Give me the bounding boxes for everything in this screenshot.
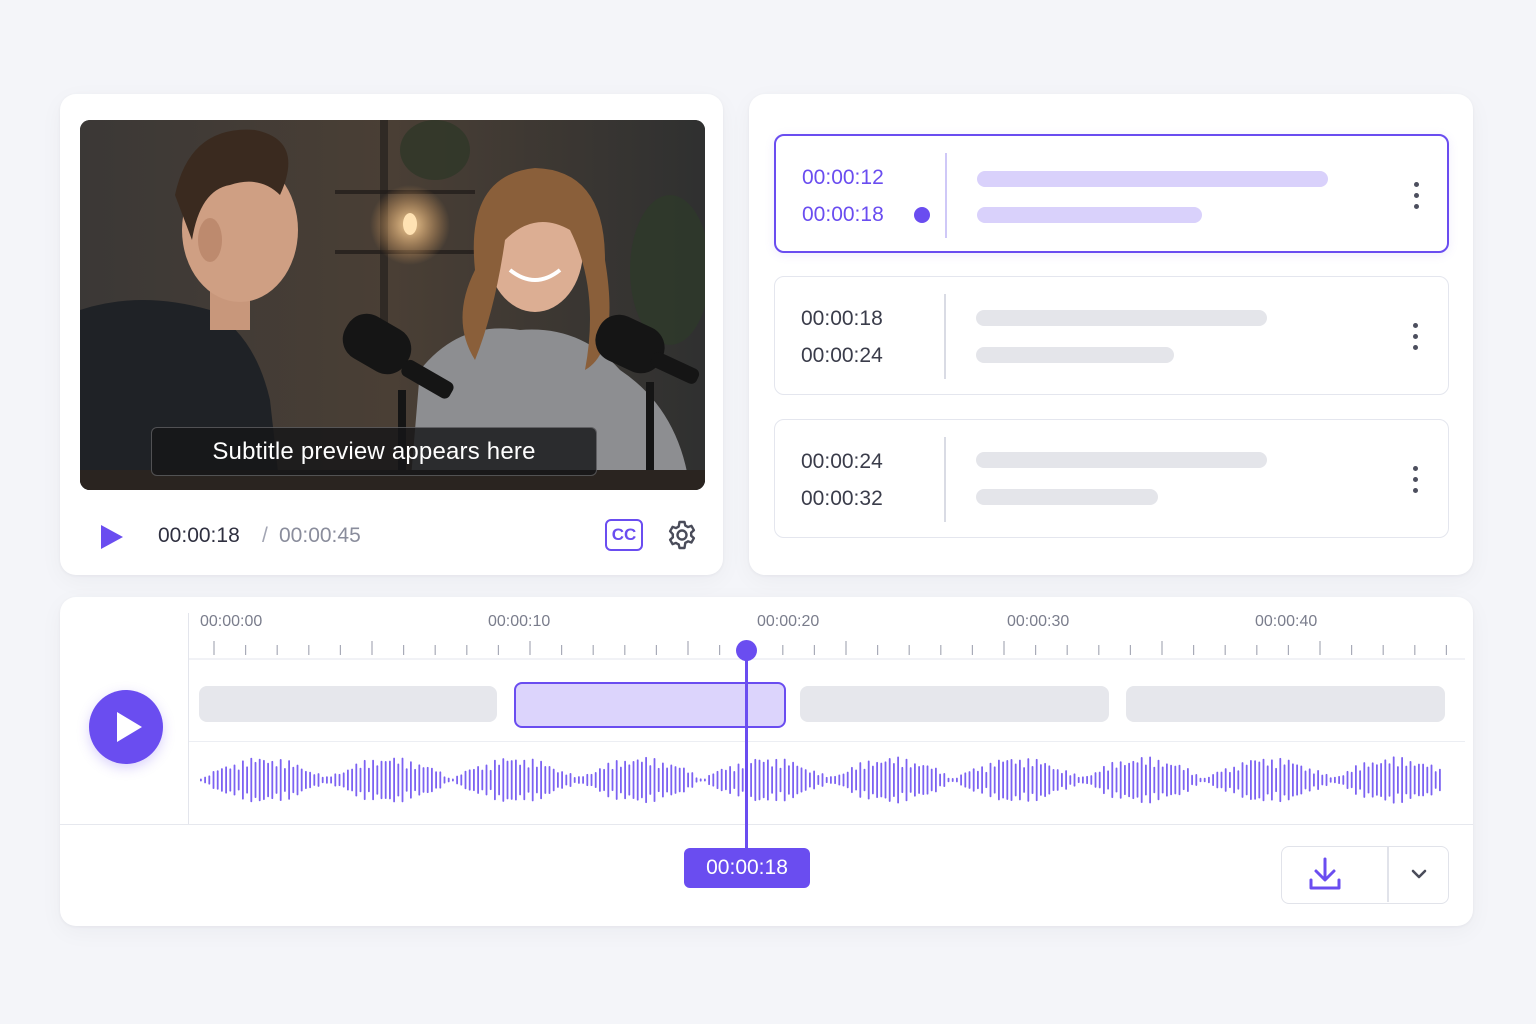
subtitle-segment-2[interactable]: 00:00:18 00:00:24	[774, 276, 1449, 395]
gear-icon[interactable]	[666, 519, 698, 551]
export-dropdown-button[interactable]	[1389, 847, 1448, 902]
segment-end-time: 00:00:24	[801, 344, 883, 367]
more-options-icon[interactable]	[1403, 463, 1427, 497]
ruler-label: 00:00:30	[1007, 613, 1070, 630]
text-line-placeholder	[976, 347, 1174, 363]
playhead-time: 00:00:18	[684, 848, 810, 888]
video-frame[interactable]: Subtitle preview appears here	[80, 120, 705, 490]
timeline-clip[interactable]	[199, 686, 497, 722]
total-time: 00:00:45	[279, 524, 361, 547]
segment-start-time: 00:00:12	[802, 166, 884, 189]
timeline-ruler[interactable]	[189, 639, 1465, 661]
subtitle-segment-1[interactable]: 00:00:12 00:00:18	[774, 134, 1449, 253]
segment-divider	[944, 294, 946, 379]
segment-start-time: 00:00:24	[801, 450, 883, 473]
playhead-handle[interactable]	[736, 640, 757, 661]
segment-start-time: 00:00:18	[801, 307, 883, 330]
timeline-card: 00:00:00 00:00:10 00:00:20 00:00:30 00:0…	[60, 597, 1473, 926]
text-line-placeholder	[976, 452, 1267, 468]
subtitle-list-card: 00:00:12 00:00:18 00:00:18 00:00:24 00:0…	[749, 94, 1473, 575]
time-separator: /	[262, 524, 268, 547]
text-line-placeholder	[976, 489, 1158, 505]
download-button[interactable]	[1282, 847, 1387, 902]
segment-end-time: 00:00:32	[801, 487, 883, 510]
play-icon	[117, 712, 142, 742]
active-indicator-dot	[914, 207, 930, 223]
ruler-label: 00:00:00	[200, 613, 263, 630]
segment-divider	[944, 437, 946, 522]
ruler-label: 00:00:10	[488, 613, 551, 630]
more-options-icon[interactable]	[1403, 320, 1427, 354]
text-line-placeholder	[977, 171, 1328, 187]
timeline-track-divider	[189, 741, 1465, 742]
timeline-clip[interactable]	[800, 686, 1109, 722]
segment-divider	[945, 153, 947, 238]
video-player-card: Subtitle preview appears here 00:00:18 /…	[60, 94, 723, 575]
chevron-down-icon	[1411, 869, 1427, 879]
play-icon[interactable]	[96, 522, 126, 552]
segment-end-time: 00:00:18	[802, 203, 884, 226]
cc-icon[interactable]: CC	[605, 519, 643, 551]
timeline-play-button[interactable]	[89, 690, 163, 764]
player-controls: 00:00:18 / 00:00:45 CC	[80, 508, 705, 562]
ruler-label: 00:00:40	[1255, 613, 1318, 630]
text-line-placeholder	[977, 207, 1202, 223]
current-time: 00:00:18	[158, 524, 240, 547]
download-icon	[1309, 857, 1341, 890]
playhead-line	[745, 649, 748, 849]
subtitle-preview: Subtitle preview appears here	[151, 427, 597, 476]
timeline-bottom-border	[60, 824, 1473, 825]
timeline-clip[interactable]	[1126, 686, 1445, 722]
audio-waveform[interactable]	[200, 752, 1445, 808]
more-options-icon[interactable]	[1404, 179, 1428, 213]
export-button-group	[1281, 846, 1449, 904]
ruler-label: 00:00:20	[757, 613, 820, 630]
text-line-placeholder	[976, 310, 1267, 326]
subtitle-segment-3[interactable]: 00:00:24 00:00:32	[774, 419, 1449, 538]
